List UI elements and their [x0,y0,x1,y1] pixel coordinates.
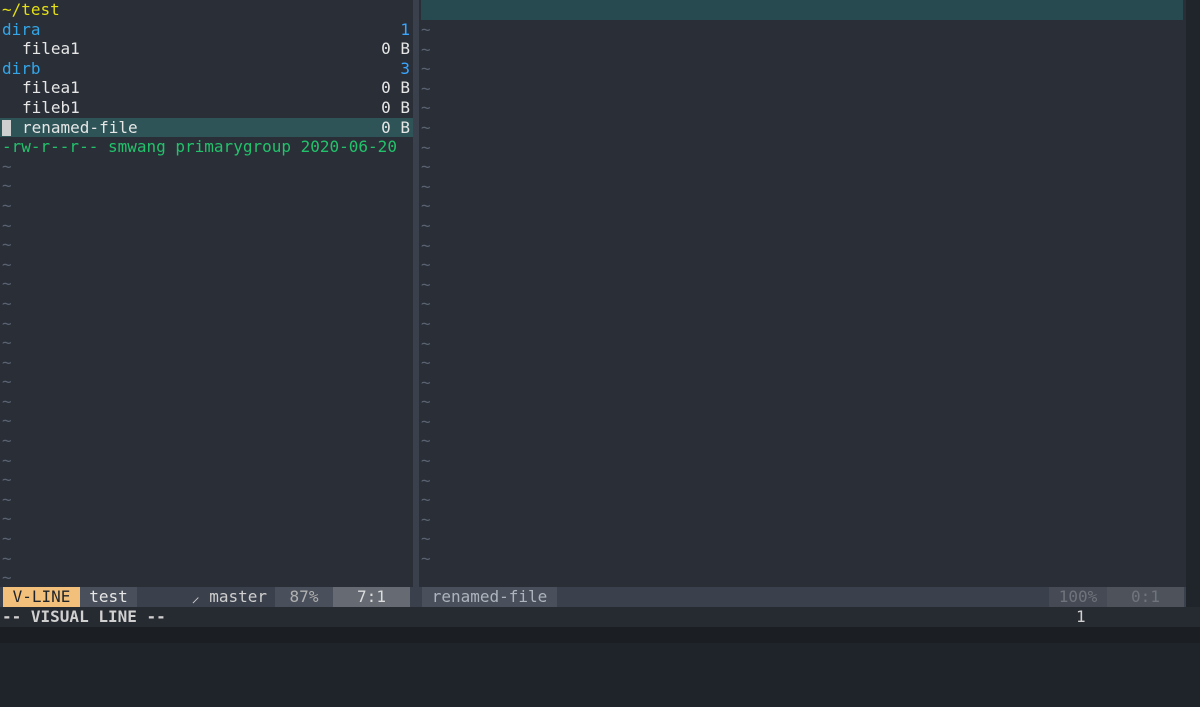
empty-line-marker: ~ [421,196,431,216]
git-branch: ⸝ master [140,587,273,607]
empty-line-marker: ~ [2,235,12,255]
cursor-position: 7:1 [333,587,410,607]
right-scrollbar-area [1186,0,1200,607]
empty-line-marker: ~ [421,59,431,79]
tree-row-dirb-filea1[interactable]: filea1 0 B [0,78,413,98]
empty-line-marker: ~ [2,352,12,372]
empty-line-marker: ~ [421,509,431,529]
empty-line-marker: ~ [421,78,431,98]
file-name: renamed-file [22,117,138,137]
directory-count: 1 [400,19,410,39]
empty-line-marker: ~ [2,372,12,392]
preview-pane[interactable]: ~ ~ ~ ~ ~ ~ ~ ~ ~ ~ ~ ~ ~ ~ ~ ~ ~ ~ ~ ~ ~ ~ ~ ~ ~ ~ ~ ~ [419,0,1186,587]
empty-line-marker: ~ [2,411,12,431]
empty-line-marker: ~ [2,176,12,196]
current-path: ~/test [2,0,60,19]
right-status-line: renamed-file 100% 0:1 [419,587,1186,607]
empty-line-marker: ~ [421,333,431,353]
empty-line-marker: ~ [2,568,12,587]
empty-line-marker: ~ [421,431,431,451]
empty-line-marker: ~ [421,157,431,177]
empty-line-marker: ~ [2,293,12,313]
empty-line-marker: ~ [2,254,12,274]
file-size: 0 B [381,78,410,98]
tree-row-dirb-fileb1[interactable]: fileb1 0 B [0,98,413,118]
empty-lines: ~ ~ ~ ~ ~ ~ ~ ~ ~ ~ ~ ~ ~ ~ ~ ~ ~ ~ ~ ~ ~ ~ [0,157,413,587]
status-filename: test [80,587,137,607]
tree-row-dira-filea1[interactable]: filea1 0 B [0,39,413,59]
directory-name: dirb [2,58,41,78]
file-size: 0 B [381,39,410,59]
empty-line-marker: ~ [421,20,431,39]
empty-lines: ~ ~ ~ ~ ~ ~ ~ ~ ~ ~ ~ ~ ~ ~ ~ ~ ~ ~ ~ ~ ~ ~ ~ ~ ~ ~ ~ ~ [419,20,1186,569]
empty-line-marker: ~ [2,215,12,235]
directory-count: 3 [400,58,410,78]
empty-line-marker: ~ [2,195,12,215]
empty-line-marker: ~ [2,509,12,529]
empty-line-marker: ~ [2,529,12,549]
empty-line-marker: ~ [421,176,431,196]
empty-line-marker: ~ [421,411,431,431]
file-size: 0 B [381,117,410,137]
empty-line-marker: ~ [421,372,431,392]
empty-line-marker: ~ [2,489,12,509]
empty-line-marker: ~ [421,39,431,59]
empty-line-marker: ~ [2,548,12,568]
scroll-percent: 87% [275,587,333,607]
command-line[interactable]: -- VISUAL LINE -- 1 [0,607,1200,627]
empty-line-marker: ~ [421,353,431,373]
empty-line-marker: ~ [421,274,431,294]
preview-current-line [421,0,1183,20]
empty-line-marker: ~ [421,137,431,157]
mode-indicator: V-LINE [3,587,80,607]
empty-line-marker: ~ [421,255,431,275]
terminal-bottom-edge [0,627,1200,643]
empty-line-marker: ~ [421,215,431,235]
scroll-percent: 100% [1049,587,1107,607]
cursor-position: 0:1 [1107,587,1184,607]
file-explorer-pane[interactable]: ~/test dira 1 filea1 0 B dirb 3 filea1 0… [0,0,413,587]
empty-line-marker: ~ [2,274,12,294]
empty-line-marker: ~ [421,549,431,569]
empty-line-marker: ~ [421,313,431,333]
empty-line-marker: ~ [2,313,12,333]
empty-line-marker: ~ [421,451,431,471]
file-info-line: -rw-r--r-- smwang primarygroup 2020-06-2… [2,137,397,157]
empty-line-marker: ~ [421,235,431,255]
empty-line-marker: ~ [2,431,12,451]
file-name: filea1 [22,39,80,59]
empty-line-marker: ~ [2,391,12,411]
empty-line-marker: ~ [421,392,431,412]
file-size: 0 B [381,97,410,117]
directory-name: dira [2,19,41,39]
empty-line-marker: ~ [2,156,12,176]
empty-line-marker: ~ [421,470,431,490]
status-filename: renamed-file [422,587,557,607]
file-name: filea1 [22,78,80,98]
tree-row-dira[interactable]: dira 1 [0,20,413,40]
tree-row-dirb[interactable]: dirb 3 [0,59,413,79]
file-name: fileb1 [22,97,80,117]
empty-line-marker: ~ [2,333,12,353]
empty-line-marker: ~ [421,490,431,510]
empty-line-marker: ~ [421,117,431,137]
empty-line-marker: ~ [421,529,431,549]
tree-row-renamed-file-selected[interactable]: renamed-file 0 B [0,117,413,138]
empty-line-marker: ~ [2,450,12,470]
empty-line-marker: ~ [2,470,12,490]
empty-line-marker: ~ [421,98,431,118]
mode-message: -- VISUAL LINE -- [2,607,166,626]
left-status-line: V-LINE test ⸝ master 87% 7:1 [0,587,413,607]
empty-line-marker: ~ [421,294,431,314]
selection-count: 1 [1076,607,1086,626]
